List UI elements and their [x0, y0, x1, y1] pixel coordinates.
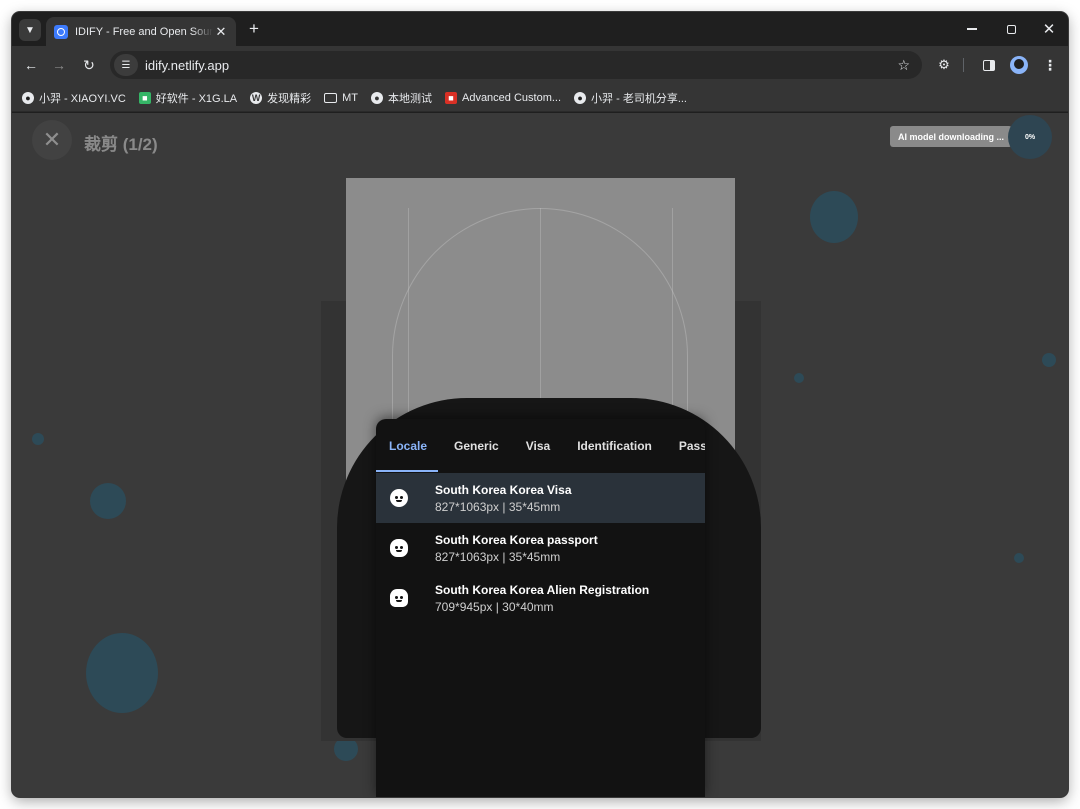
- idify-favicon-icon: [54, 24, 68, 39]
- spec-selector-panel: Locale Generic Visa Identification Passp…: [376, 419, 705, 797]
- side-panel-icon: [983, 59, 995, 71]
- green-square-icon: ■: [138, 91, 151, 104]
- arrow-right-icon: →: [52, 57, 66, 73]
- puzzle-icon: ⚙: [938, 57, 950, 72]
- bookmark-label: 本地测试: [387, 92, 432, 105]
- tune-icon: ☰: [121, 59, 131, 71]
- bookmark-label: 发现精彩: [267, 92, 312, 105]
- reload-button[interactable]: ↻: [78, 54, 100, 76]
- decorative-dot: [32, 433, 44, 445]
- bookmark-item[interactable]: ● 小羿 - XIAOYI.VC: [22, 90, 126, 106]
- close-icon: ✕: [1042, 21, 1056, 38]
- tab-passport[interactable]: Passp: [679, 439, 705, 453]
- bookmark-item[interactable]: MT: [324, 92, 358, 104]
- chevron-down-icon: ▼: [25, 24, 35, 36]
- decorative-dot: [90, 483, 126, 519]
- spec-item-korea-alien-registration[interactable]: South Korea Korea Alien Registration 709…: [376, 573, 705, 623]
- avatar: [1010, 56, 1028, 74]
- decorative-dot: [810, 191, 858, 243]
- page-content: ✕ 裁剪 (1/2) AI model downloading ... 0% L…: [12, 113, 1068, 797]
- browser-tab[interactable]: IDIFY - Free and Open Source ✕: [46, 17, 236, 46]
- browser-menu-button[interactable]: ⋮: [1040, 55, 1060, 75]
- bookmark-label: 小羿 - 老司机分享...: [591, 92, 687, 105]
- wordpress-icon: W: [250, 91, 263, 104]
- decorative-dot: [1014, 553, 1024, 563]
- decorative-dot: [1042, 353, 1056, 367]
- window-close-button[interactable]: ✕: [1037, 18, 1061, 40]
- browser-toolbar: ← → ↻ ☰ idify.netlify.app ☆ ⚙ ⋮: [12, 46, 1068, 84]
- address-bar[interactable]: ☰ idify.netlify.app ☆: [110, 51, 922, 79]
- spec-title: South Korea Korea Alien Registration: [435, 582, 650, 597]
- tab-generic[interactable]: Generic: [454, 439, 499, 453]
- toolbar-divider: [963, 58, 964, 72]
- maximize-icon: [1006, 24, 1016, 34]
- side-panel-button[interactable]: [979, 55, 999, 75]
- bookmark-item[interactable]: ■ 好软件 - X1G.LA: [138, 90, 238, 106]
- tab-search-button[interactable]: ▼: [19, 19, 41, 41]
- globe-icon: ●: [370, 91, 383, 104]
- tab-identification[interactable]: Identification: [577, 439, 652, 453]
- decorative-dot: [794, 373, 804, 383]
- bookmark-label: Advanced Custom...: [461, 91, 562, 104]
- bookmark-star-icon[interactable]: ☆: [897, 57, 910, 74]
- close-button[interactable]: ✕: [32, 120, 72, 160]
- ai-progress-indicator: 0%: [1008, 115, 1052, 159]
- back-button[interactable]: ←: [20, 54, 42, 76]
- spec-tabs: Locale Generic Visa Identification Passp: [376, 419, 705, 473]
- bookmark-label: MT: [342, 91, 358, 104]
- bookmark-item[interactable]: ● 本地测试: [370, 90, 432, 106]
- bookmark-label: 好软件 - X1G.LA: [155, 92, 238, 105]
- spec-item-korea-visa[interactable]: South Korea Korea Visa 827*1063px | 35*4…: [376, 473, 705, 523]
- ai-status-tooltip: AI model downloading ...: [890, 126, 1018, 147]
- tab-visa[interactable]: Visa: [526, 439, 550, 453]
- forward-button[interactable]: →: [48, 54, 70, 76]
- face-icon: [390, 489, 408, 507]
- profile-button[interactable]: [1009, 55, 1029, 75]
- tab-strip: ▼ IDIFY - Free and Open Source ✕ + ✕: [12, 12, 1068, 46]
- active-tab-indicator: [376, 470, 438, 472]
- spec-title: South Korea Korea Visa: [435, 482, 572, 497]
- page-title: 裁剪 (1/2): [84, 135, 158, 154]
- url-text[interactable]: idify.netlify.app: [145, 58, 229, 73]
- minimize-icon: [967, 28, 977, 30]
- site-info-button[interactable]: ☰: [114, 54, 138, 76]
- spec-size: 709*945px | 30*40mm: [435, 599, 554, 614]
- bookmarks-bar: ● 小羿 - XIAOYI.VC ■ 好软件 - X1G.LA W 发现精彩 M…: [12, 84, 1068, 112]
- browser-window: ▼ IDIFY - Free and Open Source ✕ + ✕ ← →…: [12, 12, 1068, 797]
- maximize-button[interactable]: [999, 18, 1023, 40]
- spec-item-korea-passport[interactable]: South Korea Korea passport 827*1063px | …: [376, 523, 705, 573]
- minimize-button[interactable]: [960, 18, 984, 40]
- tab-locale[interactable]: Locale: [389, 439, 427, 453]
- reload-icon: ↻: [83, 56, 95, 73]
- more-vertical-icon: ⋮: [1043, 56, 1057, 73]
- face-icon: [390, 589, 408, 607]
- spec-size: 827*1063px | 35*45mm: [435, 549, 561, 564]
- face-long-hair-icon: [390, 539, 408, 557]
- new-tab-button[interactable]: +: [244, 19, 264, 39]
- bookmark-item[interactable]: ● 小羿 - 老司机分享...: [574, 90, 687, 106]
- bookmark-item[interactable]: ■ Advanced Custom...: [444, 91, 562, 104]
- avatar-icon: ●: [22, 91, 34, 104]
- red-app-icon: ■: [444, 91, 457, 104]
- tab-title: IDIFY - Free and Open Source: [75, 25, 213, 38]
- folder-icon: [324, 92, 338, 103]
- spec-size: 827*1063px | 35*45mm: [435, 499, 561, 514]
- avatar-icon: ●: [574, 91, 587, 104]
- bookmark-item[interactable]: W 发现精彩: [250, 90, 311, 106]
- bookmark-label: 小羿 - XIAOYI.VC: [39, 92, 126, 105]
- arrow-left-icon: ←: [24, 57, 38, 73]
- tab-close-icon[interactable]: ✕: [214, 24, 228, 40]
- extensions-button[interactable]: ⚙: [934, 55, 954, 75]
- close-icon: ✕: [42, 127, 62, 152]
- decorative-dot: [86, 633, 158, 713]
- spec-title: South Korea Korea passport: [435, 532, 598, 547]
